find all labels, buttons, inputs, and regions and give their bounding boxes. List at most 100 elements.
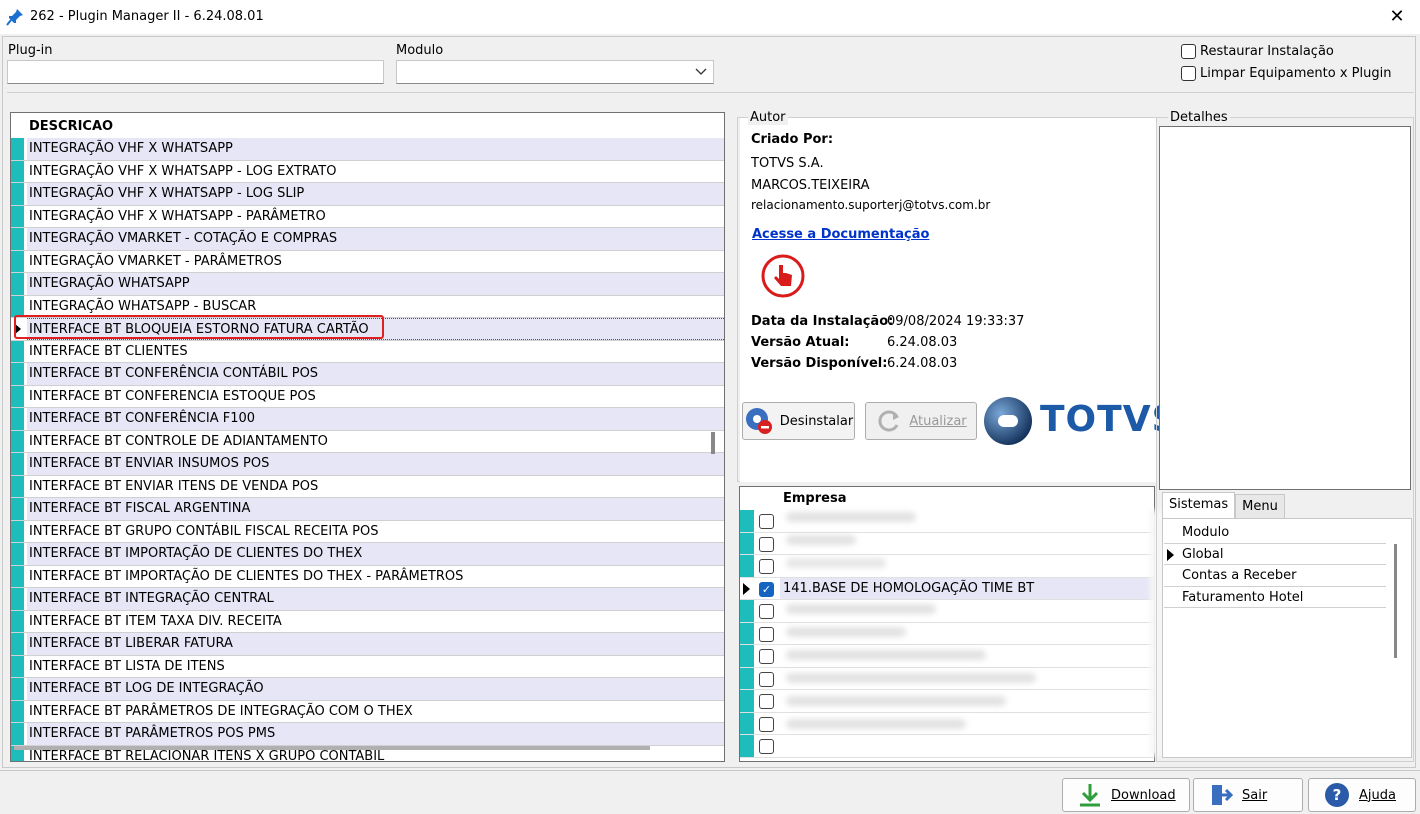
row-indicator[interactable] [11,655,25,677]
row-indicator[interactable] [11,430,25,452]
row-indicator[interactable] [11,610,25,632]
table-row[interactable]: INTEGRAÇÃO VHF X WHATSAPP - PARÂMETRO [11,205,724,228]
empresa-checkbox[interactable] [759,626,774,642]
pointing-hand-icon[interactable] [760,253,806,299]
row-indicator[interactable] [11,520,25,542]
table-row[interactable]: INTERFACE BT LOG DE INTEGRAÇÃO [11,678,724,701]
vertical-scrollbar[interactable] [711,432,715,454]
descricao-cell[interactable]: INTEGRAÇÃO VHF X WHATSAPP - LOG SLIP [27,183,724,205]
sistemas-row[interactable]: Contas a Receber [1164,565,1386,587]
descricao-cell[interactable]: INTERFACE BT PARÂMETROS DE INTEGRAÇÃO CO… [27,700,724,722]
row-indicator[interactable] [1164,586,1178,607]
row-indicator[interactable] [11,363,25,385]
row-indicator[interactable] [11,273,25,295]
descricao-cell[interactable]: INTERFACE BT CLIENTES [27,340,724,362]
empresa-checkbox[interactable] [759,694,774,709]
descricao-cell[interactable]: INTERFACE BT CONFERENCIA ESTOQUE POS [27,385,724,407]
desinstalar-button[interactable]: Desinstalar [742,402,855,440]
row-indicator[interactable] [740,667,754,689]
empresa-checkbox[interactable] [759,514,774,529]
row-indicator[interactable] [11,543,25,565]
empresa-checkbox[interactable] [759,604,774,619]
table-row[interactable]: INTERFACE BT PARÂMETROS POS PMS [11,723,724,746]
table-row[interactable]: INTEGRAÇÃO VHF X WHATSAPP [11,138,724,161]
table-row[interactable]: INTEGRAÇÃO VHF X WHATSAPP - LOG EXTRATO [11,160,724,183]
row-indicator[interactable] [11,295,25,317]
sistemas-row[interactable]: Global [1164,543,1386,565]
descricao-cell[interactable]: INTERFACE BT CONFERÊNCIA CONTÁBIL POS [27,363,724,385]
descricao-cell[interactable]: INTERFACE BT ITEM TAXA DIV. RECEITA [27,610,724,632]
row-indicator[interactable] [11,138,25,160]
row-indicator[interactable] [11,498,25,520]
close-icon[interactable]: ✕ [1386,6,1408,28]
row-indicator[interactable] [740,622,754,644]
row-indicator[interactable] [740,555,754,577]
descricao-cell[interactable]: INTEGRAÇÃO VHF X WHATSAPP - PARÂMETRO [27,205,724,227]
empresa-row[interactable]: ✓ 141.BASE DE HOMOLOGAÇÃO TIME BT [740,577,1154,600]
tab-sistemas[interactable]: Sistemas [1162,492,1236,518]
row-indicator[interactable] [11,475,25,497]
descricao-cell[interactable]: INTEGRAÇÃO WHATSAPP - BUSCAR [27,295,724,317]
empresa-checkbox[interactable] [759,739,774,754]
descricao-cell[interactable]: INTERFACE BT IMPORTAÇÃO DE CLIENTES DO T… [27,565,724,587]
descricao-cell[interactable]: INTERFACE BT ENVIAR INSUMOS POS [27,453,724,475]
empresa-checkbox[interactable]: ✓ [759,581,774,597]
row-indicator[interactable] [740,735,754,757]
row-indicator[interactable] [11,453,25,475]
row-indicator[interactable] [740,690,754,712]
row-indicator[interactable] [1164,543,1178,564]
modulo-select[interactable] [396,60,714,84]
row-indicator[interactable] [11,723,25,745]
row-indicator[interactable] [1164,522,1178,543]
descricao-cell[interactable]: INTERFACE BT CONTROLE DE ADIANTAMENTO [27,430,724,452]
empresa-checkbox[interactable] [759,716,774,732]
table-row[interactable]: INTERFACE BT LISTA DE ITENS [11,655,724,678]
table-row[interactable]: INTERFACE BT CONTROLE DE ADIANTAMENTO [11,430,724,453]
table-row[interactable]: INTERFACE BT FISCAL ARGENTINA [11,498,724,521]
ajuda-button[interactable]: ? Ajuda [1308,778,1416,812]
descricao-cell[interactable]: INTERFACE BT INTEGRAÇÃO CENTRAL [27,588,724,610]
table-row[interactable]: INTEGRAÇÃO VHF X WHATSAPP - LOG SLIP [11,183,724,206]
descricao-cell[interactable]: INTERFACE BT GRUPO CONTÁBIL FISCAL RECEI… [27,520,724,542]
descricao-cell[interactable]: INTERFACE BT LIBERAR FATURA [27,633,724,655]
table-row[interactable]: INTEGRAÇÃO WHATSAPP [11,273,724,296]
row-indicator[interactable] [740,532,754,554]
table-row[interactable]: INTERFACE BT PARÂMETROS DE INTEGRAÇÃO CO… [11,700,724,723]
plugin-input[interactable] [7,60,384,84]
row-indicator[interactable] [11,340,25,362]
table-row[interactable]: INTERFACE BT ENVIAR ITENS DE VENDA POS [11,475,724,498]
descricao-cell[interactable]: INTERFACE BT PARÂMETROS POS PMS [27,723,724,745]
descricao-cell[interactable]: INTEGRAÇÃO VMARKET - COTAÇÃO E COMPRAS [27,228,724,250]
row-indicator[interactable] [11,250,25,272]
empresa-grid-header[interactable]: Empresa [740,487,1154,509]
table-row[interactable]: INTERFACE BT GRUPO CONTÁBIL FISCAL RECEI… [11,520,724,543]
checkbox-box[interactable] [1181,66,1196,81]
row-indicator[interactable] [740,712,754,734]
descricao-cell[interactable]: INTEGRAÇÃO VMARKET - PARÂMETROS [27,250,724,272]
row-indicator[interactable] [11,205,25,227]
documentation-link[interactable]: Acesse a Documentação [752,227,929,242]
table-row[interactable]: INTERFACE BT CLIENTES [11,340,724,363]
row-indicator[interactable] [740,645,754,667]
checkbox-box[interactable] [1181,44,1196,59]
restaurar-instalacao-checkbox[interactable]: Restaurar Instalação [1181,44,1334,59]
row-indicator[interactable] [11,588,25,610]
descricao-cell[interactable]: INTERFACE BT LOG DE INTEGRAÇÃO [27,678,724,700]
descricao-cell[interactable]: INTEGRAÇÃO VHF X WHATSAPP [27,138,724,160]
sistemas-list[interactable]: Modulo Global Contas a Receber Faturamento … [1164,522,1386,608]
sistemas-row[interactable]: Modulo [1164,522,1386,544]
row-indicator[interactable] [740,600,754,622]
sair-button[interactable]: Sair [1193,778,1303,812]
table-row[interactable]: INTERFACE BT IMPORTAÇÃO DE CLIENTES DO T… [11,565,724,588]
row-indicator[interactable] [11,700,25,722]
row-indicator[interactable] [11,385,25,407]
atualizar-button[interactable]: Atualizar [865,402,977,440]
descricao-cell[interactable]: INTERFACE BT LISTA DE ITENS [27,655,724,677]
download-button[interactable]: Download [1062,778,1190,812]
descricao-cell[interactable]: INTEGRAÇÃO WHATSAPP [27,273,724,295]
row-indicator[interactable] [11,228,25,250]
descricao-cell[interactable]: INTERFACE BT CONFERÊNCIA F100 [27,408,724,430]
empresa-checkbox[interactable] [759,536,774,552]
table-row[interactable]: INTERFACE BT IMPORTAÇÃO DE CLIENTES DO T… [11,543,724,566]
table-row[interactable]: INTERFACE BT ITEM TAXA DIV. RECEITA [11,610,724,633]
